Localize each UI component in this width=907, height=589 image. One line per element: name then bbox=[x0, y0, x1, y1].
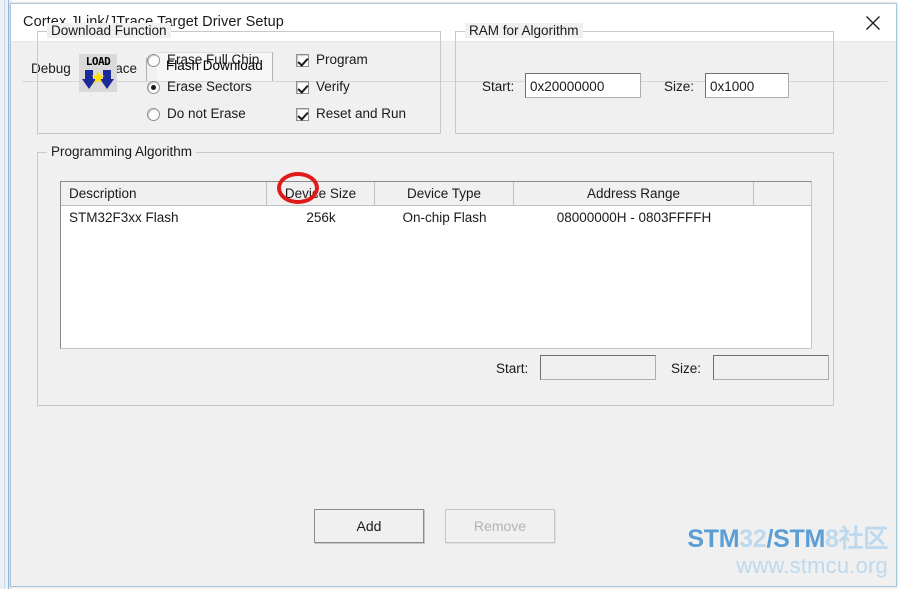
checkbox-verify-label: Verify bbox=[316, 79, 350, 94]
watermark-slash-stm: /STM bbox=[766, 525, 825, 553]
screen: Cortex JLink/JTrace Target Driver Setup … bbox=[0, 0, 907, 589]
ram-for-algorithm-group: RAM for Algorithm Start: 0x20000000 Size… bbox=[455, 23, 834, 134]
watermark-line-1: STM32/STM8社区 bbox=[687, 526, 888, 553]
ram-size-label: Size: bbox=[664, 79, 695, 94]
close-icon[interactable] bbox=[850, 4, 896, 41]
programming-algorithm-legend: Programming Algorithm bbox=[47, 144, 197, 159]
cell-device-size: 256k bbox=[306, 210, 336, 225]
checkbox-verify-indicator bbox=[296, 81, 309, 94]
checkbox-program-label: Program bbox=[316, 52, 368, 67]
load-icon: LOAD bbox=[79, 54, 117, 92]
checkbox-program-indicator bbox=[296, 54, 309, 67]
download-function-legend: Download Function bbox=[47, 23, 171, 38]
cell-device-type: On-chip Flash bbox=[402, 210, 487, 225]
bg-vertical-rule bbox=[8, 0, 9, 589]
algo-start-input[interactable] bbox=[540, 355, 656, 380]
programming-algorithm-table[interactable]: Description Device Size Device Type Addr… bbox=[60, 181, 812, 349]
ram-start-input[interactable]: 0x20000000 bbox=[525, 73, 641, 98]
bg-vertical-rule-light bbox=[4, 0, 5, 589]
programming-algorithm-group: Programming Algorithm Description Device… bbox=[37, 144, 834, 406]
algo-size-input[interactable] bbox=[713, 355, 829, 380]
ram-for-algorithm-legend: RAM for Algorithm bbox=[465, 23, 583, 38]
checkbox-reset-and-run-label: Reset and Run bbox=[316, 106, 407, 121]
watermark-8-community: 8社区 bbox=[824, 525, 888, 553]
column-header-description[interactable]: Description bbox=[61, 182, 267, 205]
radio-erase-sectors-indicator bbox=[147, 81, 160, 94]
add-button[interactable]: Add bbox=[314, 509, 424, 543]
cell-address-range: 08000000H - 0803FFFFH bbox=[556, 210, 712, 225]
checkbox-reset-and-run-indicator bbox=[296, 108, 309, 121]
column-header-address-range[interactable]: Address Range bbox=[514, 182, 754, 205]
download-function-group: Download Function LOAD Erase Full Chip E… bbox=[37, 23, 441, 134]
radio-erase-full-chip-indicator bbox=[147, 54, 160, 67]
radio-do-not-erase-indicator bbox=[147, 108, 160, 121]
table-row[interactable]: STM32F3xx Flash 256k On-chip Flash 08000… bbox=[61, 206, 811, 230]
table-header-row: Description Device Size Device Type Addr… bbox=[61, 182, 811, 206]
watermark-stm: STM bbox=[687, 525, 740, 553]
remove-button: Remove bbox=[445, 509, 555, 543]
algo-start-label: Start: bbox=[496, 361, 529, 376]
watermark-32: 32 bbox=[739, 525, 767, 553]
algo-size-label: Size: bbox=[671, 361, 702, 376]
target-driver-setup-dialog: Cortex JLink/JTrace Target Driver Setup … bbox=[10, 3, 897, 587]
watermark: STM32/STM8社区 www.stmcu.org bbox=[687, 526, 888, 579]
radio-erase-sectors-label: Erase Sectors bbox=[167, 79, 252, 94]
watermark-line-2: www.stmcu.org bbox=[736, 553, 888, 578]
radio-do-not-erase-label: Do not Erase bbox=[167, 106, 246, 121]
column-header-device-type[interactable]: Device Type bbox=[375, 182, 514, 205]
column-header-device-size[interactable]: Device Size bbox=[267, 182, 375, 205]
load-icon-label: LOAD bbox=[85, 55, 111, 68]
ram-start-label: Start: bbox=[482, 79, 515, 94]
radio-erase-full-chip-label: Erase Full Chip bbox=[167, 52, 260, 67]
column-header-spacer[interactable] bbox=[754, 182, 811, 205]
cell-description: STM32F3xx Flash bbox=[69, 210, 179, 225]
ram-size-input[interactable]: 0x1000 bbox=[705, 73, 789, 98]
